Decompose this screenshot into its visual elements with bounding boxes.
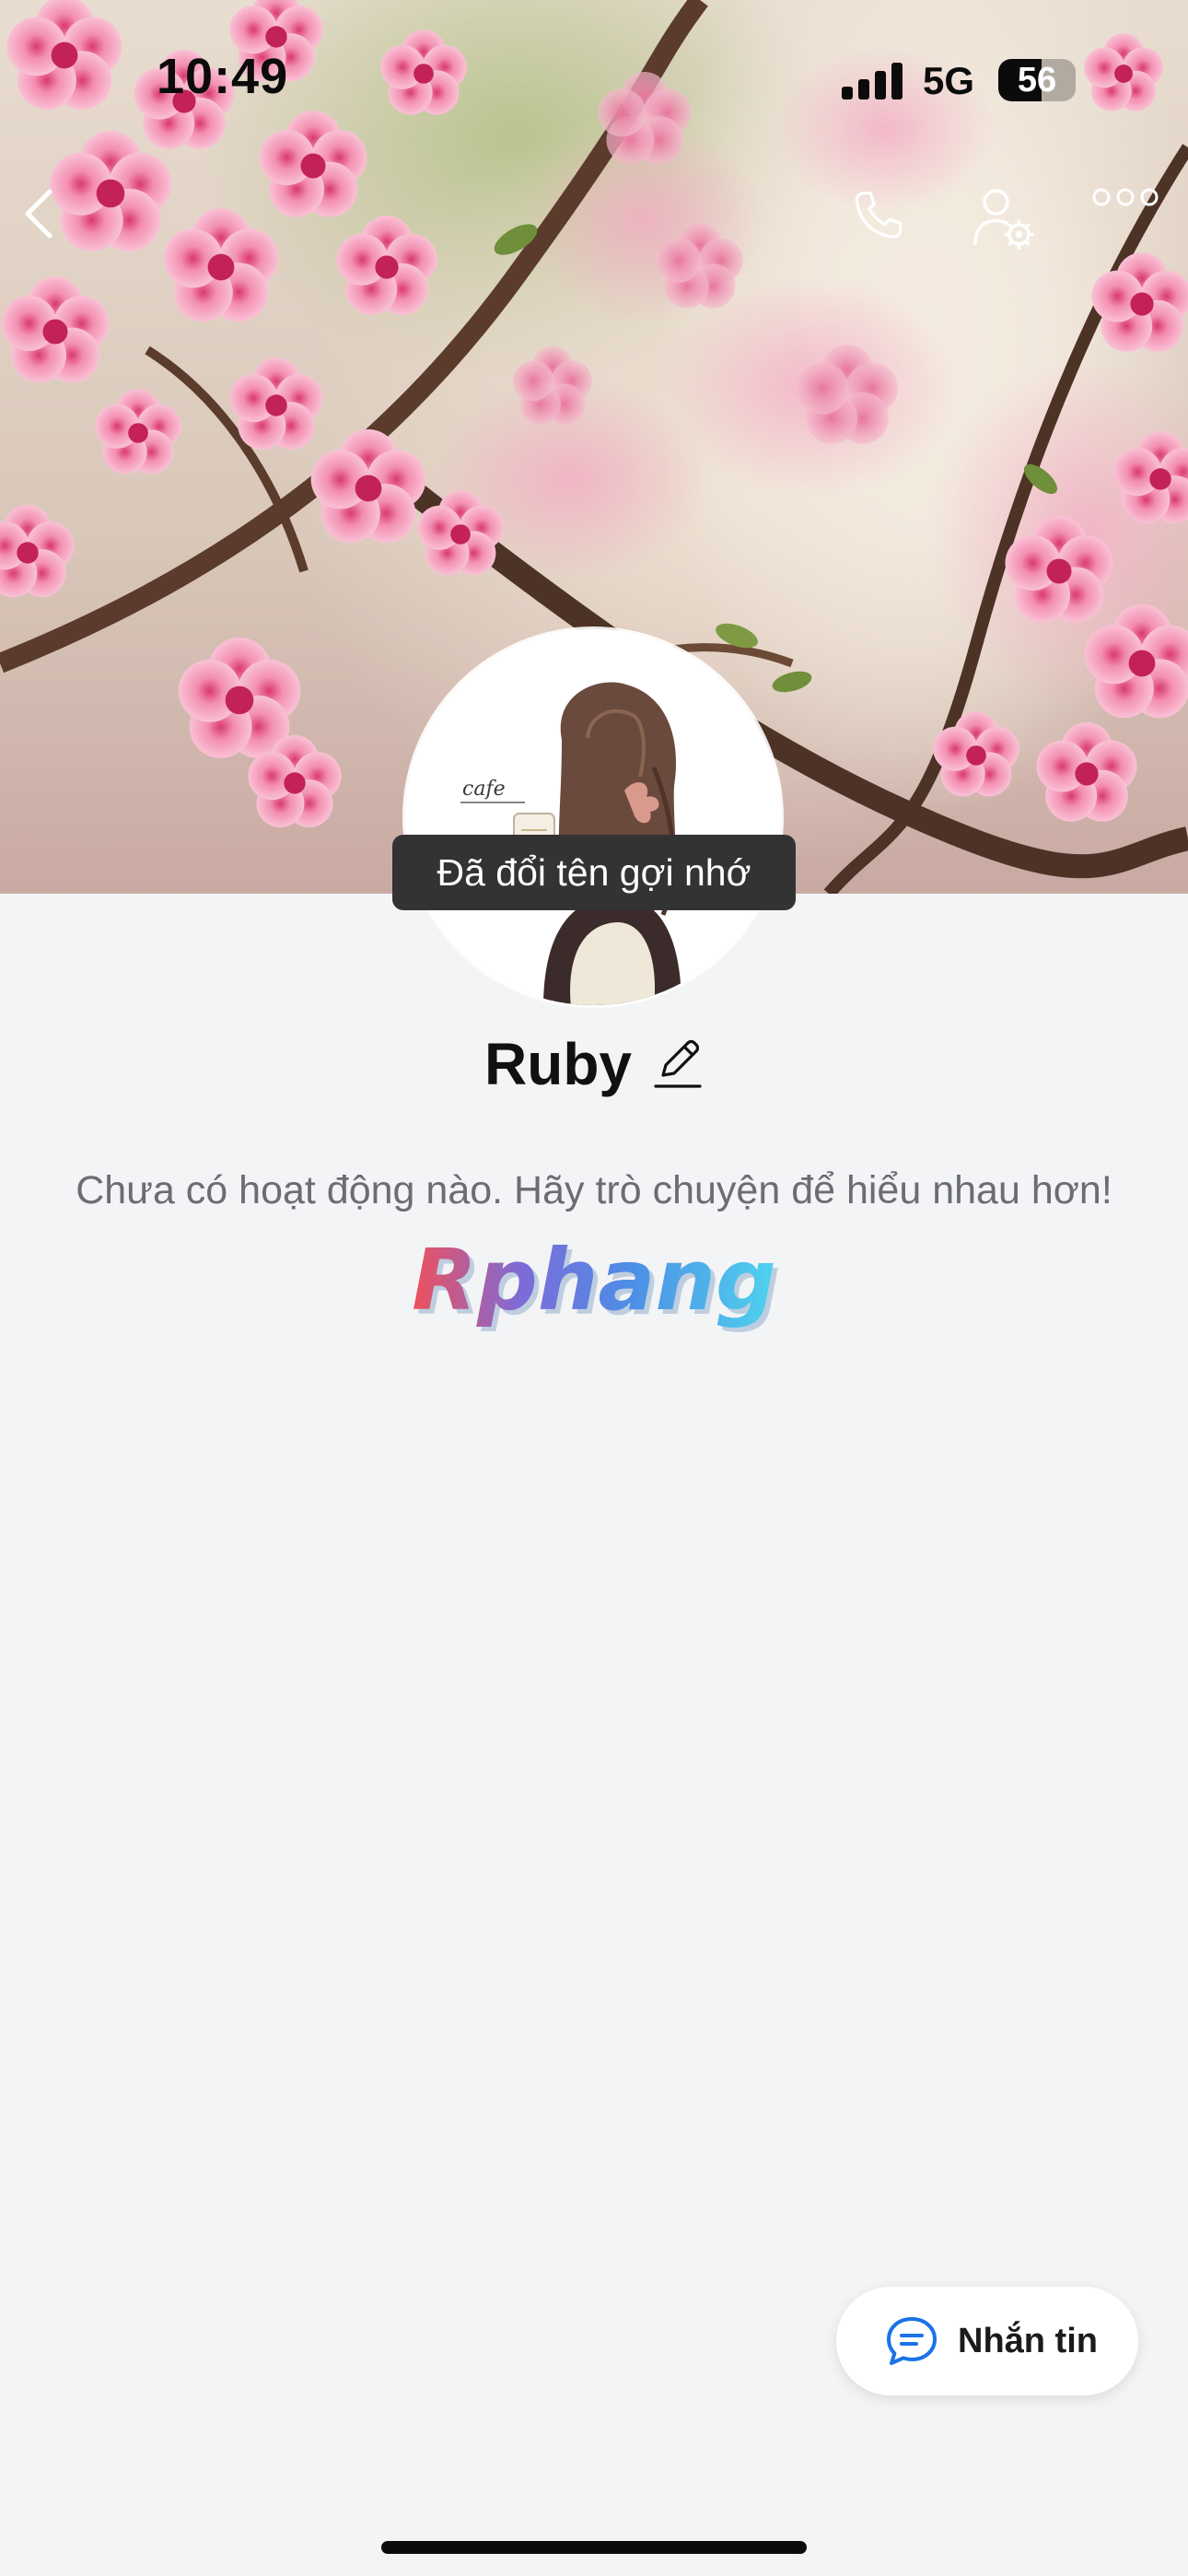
status-time: 10:49 [157,49,289,104]
avatar[interactable]: cafe [405,629,781,1005]
home-indicator[interactable] [381,2541,807,2554]
pencil-icon [654,1039,702,1088]
profile-name-row: Ruby [0,1030,1188,1098]
empty-activity-text: Chưa có hoạt động nào. Hãy trò chuyện để… [76,1168,1112,1212]
back-button[interactable] [18,186,92,260]
watermark-logo: Rphang Rphang [412,1231,781,1334]
signal-icon [842,63,904,100]
edit-name-button[interactable] [652,1036,704,1092]
send-message-label: Nhắn tin [958,2321,1098,2360]
send-message-button[interactable]: Nhắn tin [836,2287,1138,2395]
chat-bubble-icon [887,2317,937,2365]
more-dots-icon [1092,188,1159,206]
profile-settings-button[interactable] [971,186,1044,260]
network-label: 5G [923,59,975,102]
toast-message: Đã đổi tên gợi nhớ [392,835,796,910]
call-button[interactable] [847,186,921,260]
avatar-caption: cafe [462,778,506,801]
more-button[interactable] [1092,186,1166,260]
profile-name: Ruby [484,1031,632,1097]
avatar-illustration: cafe [405,629,781,1005]
battery-icon: 56 [998,59,1076,101]
battery-level: 56 [1017,61,1057,100]
profile-screen: 10:49 5G 56 cafe Đã đổi tên gợi nhớ Ruby… [0,0,1188,2576]
user-settings-icon [973,189,1034,250]
watermark-text: Rphang [412,1231,776,1329]
chevron-left-icon [25,189,52,239]
phone-icon [855,192,903,239]
